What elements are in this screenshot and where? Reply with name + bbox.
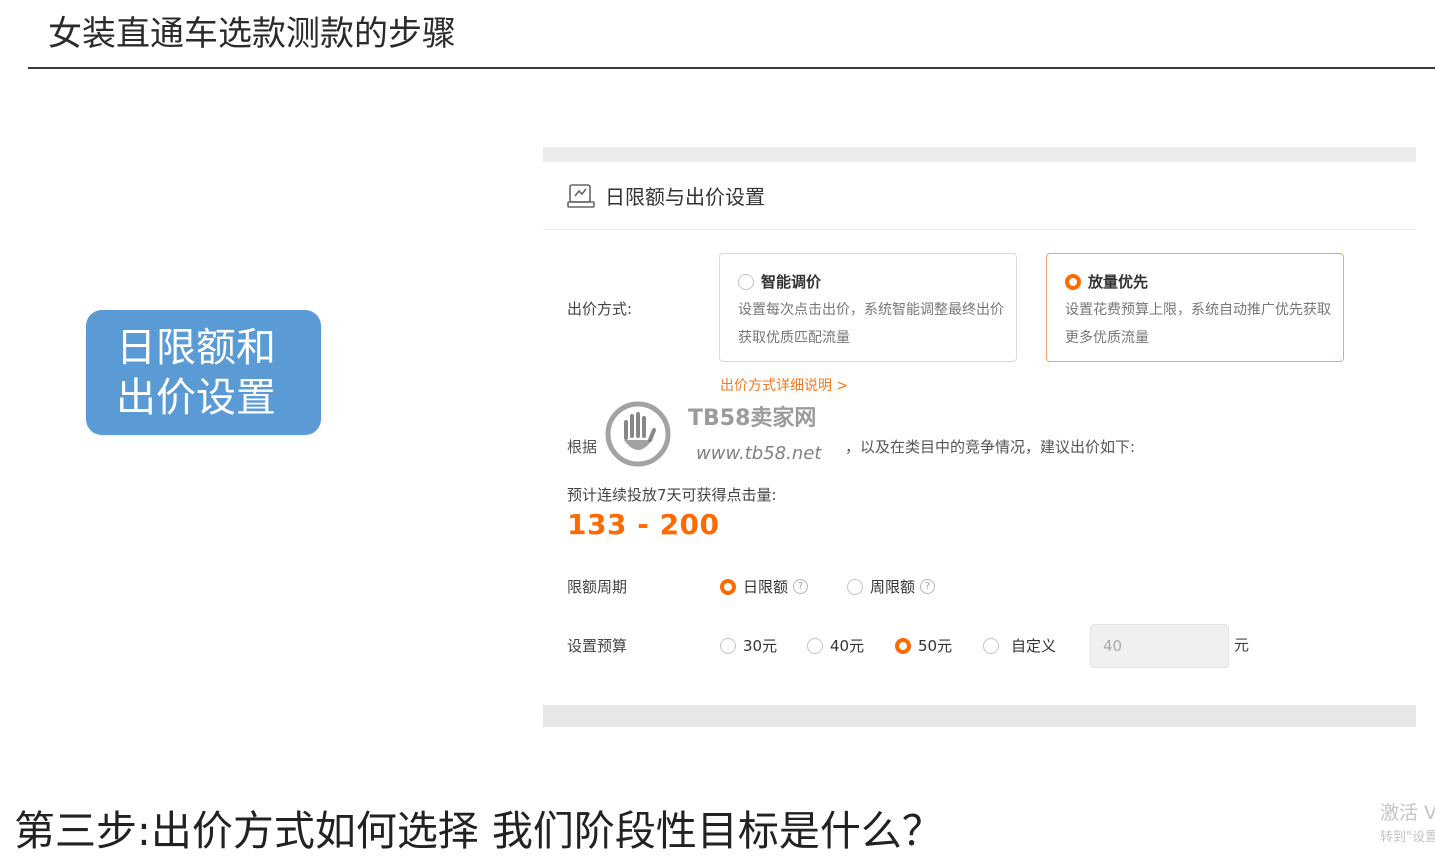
forecast-clicks-value: 133 - 200 bbox=[567, 508, 720, 541]
panel-header: 日限额与出价设置 bbox=[567, 181, 765, 210]
budget-option-label: 自定义 bbox=[1011, 637, 1057, 655]
budget-option-label: 30元 bbox=[743, 637, 778, 655]
callout-box: 日限额和出价设置 bbox=[86, 310, 321, 435]
help-icon[interactable]: ? bbox=[793, 579, 809, 594]
panel-header-title: 日限额与出价设置 bbox=[605, 185, 765, 209]
slide: 女装直通车选款测款的步骤 日限额和出价设置 日限额与出价设置 出价方式: 智能调… bbox=[0, 0, 1435, 868]
bid-option-smart-head: 智能调价 bbox=[738, 271, 821, 292]
budget-option-30[interactable]: 30元 bbox=[720, 635, 777, 656]
forecast-label: 预计连续投放7天可获得点击量: bbox=[567, 486, 777, 504]
watermark: TB58卖家网 www.tb58.net bbox=[604, 398, 844, 470]
bid-option-desc: 设置每次点击出价，系统智能调整最终出价获取优质匹配流量 bbox=[738, 302, 1004, 346]
radio-daily-limit[interactable] bbox=[720, 578, 736, 595]
period-option-label: 周限额 bbox=[870, 578, 916, 596]
bid-method-detail-link[interactable]: 出价方式详细说明 > bbox=[720, 375, 848, 395]
period-option-daily[interactable]: 日限额 ? bbox=[720, 576, 809, 597]
bid-option-volume-head: 放量优先 bbox=[1065, 271, 1148, 292]
budget-option-custom[interactable]: 自定义 bbox=[983, 635, 1056, 656]
custom-budget-input[interactable]: 40 bbox=[1090, 624, 1229, 668]
period-option-label: 日限额 bbox=[743, 578, 789, 596]
radio-smart-bid[interactable] bbox=[738, 273, 754, 290]
settings-card-icon bbox=[567, 183, 595, 208]
bid-option-smart[interactable]: 智能调价 设置每次点击出价，系统智能调整最终出价获取优质匹配流量 bbox=[719, 253, 1017, 362]
panel-top-bar bbox=[543, 147, 1416, 162]
bottom-caption: 第三步:出价方式如何选择 我们阶段性目标是什么？ bbox=[14, 807, 943, 855]
slide-title: 女装直通车选款测款的步骤 bbox=[48, 14, 456, 54]
panel-bottom-bar bbox=[543, 705, 1416, 727]
bid-option-volume[interactable]: 放量优先 设置花费预算上限，系统自动推广优先获取更多优质流量 bbox=[1046, 253, 1344, 362]
bid-option-title: 放量优先 bbox=[1088, 273, 1149, 291]
bid-option-title: 智能调价 bbox=[761, 273, 822, 291]
radio-budget-50[interactable] bbox=[895, 637, 911, 654]
radio-weekly-limit[interactable] bbox=[847, 578, 863, 595]
bid-option-desc: 设置花费预算上限，系统自动推广优先获取更多优质流量 bbox=[1065, 302, 1331, 346]
title-divider bbox=[28, 67, 1435, 69]
bid-method-label: 出价方式: bbox=[567, 300, 633, 318]
windows-activation-text: 激活 V bbox=[1380, 802, 1435, 824]
radio-budget-custom[interactable] bbox=[983, 637, 999, 654]
radio-budget-30[interactable] bbox=[720, 637, 736, 654]
suggestion-text-head: 根据 bbox=[567, 438, 598, 456]
budget-label: 设置预算 bbox=[567, 637, 628, 655]
tb58-logo-icon bbox=[605, 401, 671, 467]
windows-activation-subtext: 转到"设置 bbox=[1380, 830, 1435, 845]
help-icon[interactable]: ? bbox=[920, 579, 936, 594]
budget-unit: 元 bbox=[1234, 636, 1250, 654]
callout-text: 日限额和出价设置 bbox=[116, 324, 276, 421]
watermark-url: www.tb58.net bbox=[696, 443, 822, 464]
budget-option-50[interactable]: 50元 bbox=[895, 635, 952, 656]
suggestion-text-tail: ，以及在类目中的竞争情况，建议出价如下: bbox=[845, 438, 1136, 456]
limit-period-label: 限额周期 bbox=[567, 578, 628, 596]
header-divider bbox=[543, 229, 1416, 230]
radio-volume-first[interactable] bbox=[1065, 273, 1081, 290]
budget-option-label: 40元 bbox=[830, 637, 865, 655]
radio-budget-40[interactable] bbox=[807, 637, 823, 654]
watermark-brand: TB58卖家网 bbox=[688, 406, 817, 431]
budget-option-40[interactable]: 40元 bbox=[807, 635, 864, 656]
period-option-weekly[interactable]: 周限额 ? bbox=[847, 576, 936, 597]
budget-option-label: 50元 bbox=[918, 637, 953, 655]
